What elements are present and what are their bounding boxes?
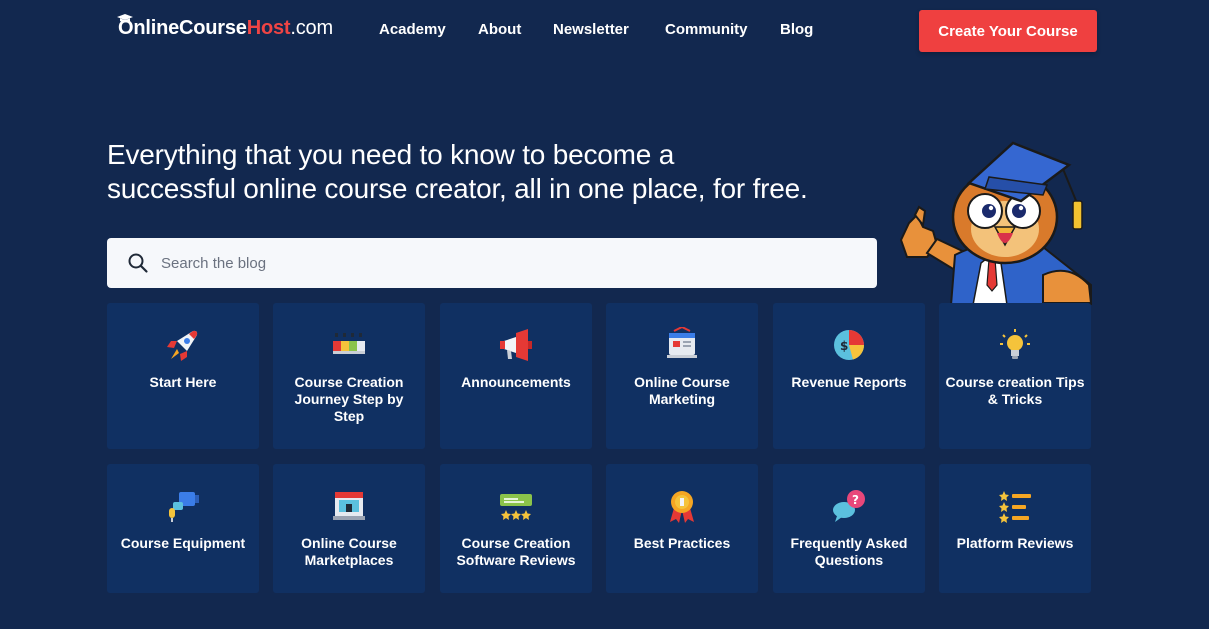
category-card-revenue-reports[interactable]: $ Revenue Reports: [773, 303, 925, 449]
graduation-cap-icon: [117, 14, 133, 23]
logo-text-host: Host: [246, 17, 291, 39]
chat-question-icon: ?: [833, 490, 865, 522]
award-medal-icon: [670, 491, 694, 523]
nav-blog[interactable]: Blog: [780, 21, 813, 38]
category-card-best-practices[interactable]: Best Practices: [606, 464, 758, 593]
category-card-tips-and-tricks[interactable]: Course creation Tips & Tricks: [939, 303, 1091, 449]
lightbulb-icon: [1000, 329, 1030, 359]
progress-bar-icon: [333, 333, 365, 354]
category-card-course-creation-journey[interactable]: Course Creation Journey Step by Step: [273, 303, 425, 449]
category-label: Announcements: [461, 374, 571, 390]
microphone-camera-icon: [169, 492, 199, 522]
nav-academy[interactable]: Academy: [379, 21, 446, 38]
category-label: Course Creation Journey Step by Step: [294, 374, 404, 424]
svg-text:?: ?: [852, 493, 859, 507]
hero-title-line-2: successful online course creator, all in…: [107, 173, 808, 204]
category-label: Revenue Reports: [791, 374, 907, 390]
nav-about[interactable]: About: [478, 21, 521, 38]
search-input[interactable]: [161, 238, 861, 288]
category-card-start-here[interactable]: Start Here: [107, 303, 259, 449]
category-label: Platform Reviews: [956, 535, 1074, 551]
hero-title-line-1: Everything that you need to know to beco…: [107, 139, 675, 170]
nav-newsletter[interactable]: Newsletter: [553, 21, 629, 38]
marketing-board-icon: [667, 327, 697, 358]
create-your-course-button[interactable]: Create Your Course: [919, 10, 1097, 52]
star-rating-icon: [500, 494, 532, 520]
category-card-announcements[interactable]: Announcements: [440, 303, 592, 449]
blog-search-box: [107, 238, 877, 288]
category-card-faq[interactable]: ? Frequently Asked Questions: [773, 464, 925, 593]
category-label: Course creation Tips & Tricks: [945, 374, 1085, 407]
category-card-course-equipment[interactable]: Course Equipment: [107, 464, 259, 593]
category-card-platform-reviews[interactable]: Platform Reviews: [939, 464, 1091, 593]
nav-community[interactable]: Community: [665, 21, 748, 38]
svg-text:$: $: [840, 339, 848, 353]
category-card-online-course-marketplaces[interactable]: Online Course Marketplaces: [273, 464, 425, 593]
category-card-online-course-marketing[interactable]: Online Course Marketing: [606, 303, 758, 449]
rocket-icon: [167, 330, 198, 361]
site-logo[interactable]: OnlineCourse Host .com: [117, 14, 333, 40]
hero-title: Everything that you need to know to beco…: [107, 138, 907, 206]
site-header: OnlineCourse Host .com Academy About Newsl…: [0, 0, 1209, 62]
category-label: Course Equipment: [120, 535, 246, 551]
logo-text-online-course: OnlineCourse: [118, 17, 247, 39]
megaphone-icon: [500, 329, 532, 361]
category-label: Course Creation Software Reviews: [456, 535, 576, 568]
category-label: Best Practices: [633, 535, 731, 551]
category-label: Online Course Marketplaces: [301, 535, 397, 568]
star-list-icon: [999, 491, 1031, 523]
owl-mascot-icon: [899, 141, 1093, 305]
pie-chart-dollar-icon: $: [834, 330, 865, 360]
logo-text-domain: .com: [290, 17, 333, 39]
category-label: Frequently Asked Questions: [790, 535, 908, 568]
category-label: Start Here: [149, 374, 217, 390]
category-card-software-reviews[interactable]: Course Creation Software Reviews: [440, 464, 592, 593]
storefront-icon: [333, 492, 365, 520]
category-label: Online Course Marketing: [634, 374, 730, 407]
search-icon[interactable]: [127, 252, 149, 274]
